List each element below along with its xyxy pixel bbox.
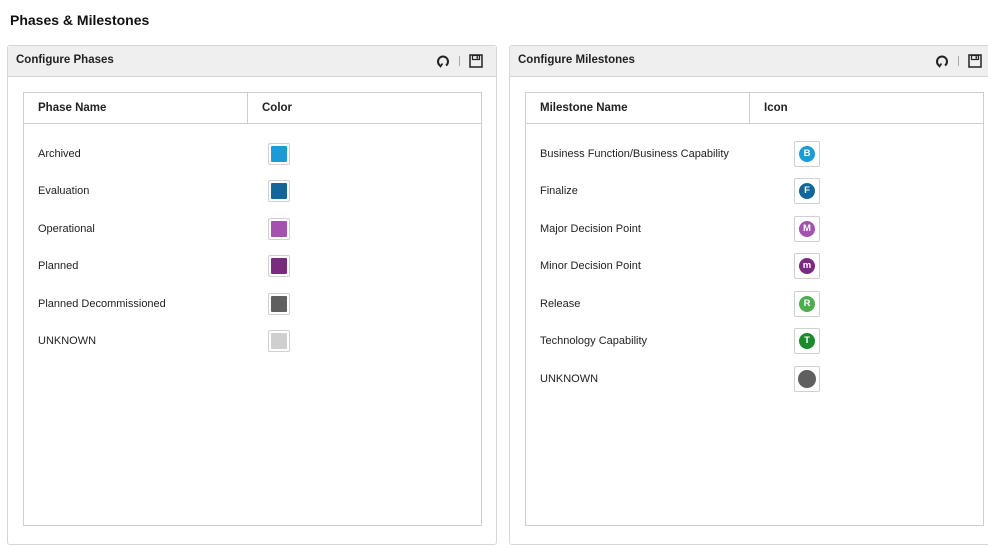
milestone-name: Finalize: [540, 185, 578, 197]
column-header-color[interactable]: Color: [248, 93, 292, 123]
configure-milestones-panel: Configure Milestones Milestone Name Icon…: [509, 45, 988, 545]
milestone-name: Technology Capability: [540, 335, 648, 347]
grid-header: Milestone Name Icon: [526, 93, 983, 124]
milestone-name: Major Decision Point: [540, 222, 641, 235]
circle-icon: [798, 369, 816, 388]
column-header-milestone-name[interactable]: Milestone Name: [526, 93, 750, 123]
color-picker-button[interactable]: [268, 330, 290, 352]
table-row[interactable]: Business Function/Business Capability B: [526, 135, 983, 172]
color-swatch: [271, 145, 287, 162]
table-row[interactable]: UNKNOWN: [526, 360, 983, 397]
page-title: Phases & Milestones: [10, 12, 150, 28]
milestone-name: UNKNOWN: [540, 372, 599, 385]
table-row[interactable]: UNKNOWN: [24, 323, 481, 360]
color-picker-button[interactable]: [268, 142, 290, 165]
column-header-icon[interactable]: Icon: [750, 93, 788, 123]
milestone-b-icon: B: [799, 145, 815, 162]
phase-name: Operational: [38, 222, 95, 235]
table-row[interactable]: Technology Capability T: [526, 323, 983, 360]
table-row[interactable]: Planned: [24, 248, 481, 285]
grid-header: Phase Name Color: [24, 93, 481, 124]
table-row[interactable]: Evaluation: [24, 173, 481, 210]
table-row[interactable]: Operational: [24, 210, 481, 247]
panel-tools: [934, 52, 983, 70]
color-picker-button[interactable]: [268, 180, 290, 202]
icon-picker-button[interactable]: [794, 365, 820, 392]
color-swatch: [271, 333, 287, 349]
table-row[interactable]: Release R: [526, 285, 983, 322]
milestone-m-icon: M: [799, 220, 815, 237]
table-row[interactable]: Major Decision Point M: [526, 210, 983, 247]
table-row[interactable]: Planned Decommissioned: [24, 285, 481, 322]
phase-name: Planned: [38, 260, 79, 272]
color-picker-button[interactable]: [268, 292, 290, 315]
column-header-phase-name[interactable]: Phase Name: [24, 93, 248, 123]
panel-tools: [435, 52, 484, 70]
phases-grid: Phase Name Color Archived Evaluation Opera…: [23, 92, 482, 526]
milestone-f-icon: F: [799, 183, 815, 199]
milestone-name: Release: [540, 297, 581, 310]
save-icon[interactable]: [967, 53, 983, 69]
table-row[interactable]: Archived: [24, 135, 481, 172]
icon-picker-button[interactable]: M: [794, 215, 820, 242]
refresh-icon[interactable]: [435, 53, 451, 69]
table-row[interactable]: Finalize F: [526, 173, 983, 210]
milestone-t-icon: T: [799, 333, 815, 349]
icon-picker-button[interactable]: R: [794, 290, 820, 317]
refresh-icon[interactable]: [934, 53, 950, 69]
tool-divider: [958, 56, 959, 66]
milestone-r-icon: R: [799, 295, 815, 312]
color-picker-button[interactable]: [268, 217, 290, 240]
panel-header: Configure Phases: [8, 46, 496, 77]
icon-picker-button[interactable]: F: [794, 178, 820, 204]
phase-name: Archived: [38, 147, 81, 160]
color-swatch: [271, 183, 287, 199]
phase-name: UNKNOWN: [38, 335, 97, 347]
tool-divider: [459, 56, 460, 66]
color-picker-button[interactable]: [268, 255, 290, 277]
color-swatch: [271, 295, 287, 312]
panel-title: Configure Milestones: [518, 54, 635, 66]
panel-title: Configure Phases: [16, 54, 114, 66]
configure-phases-panel: Configure Phases Phase Name Color Archiv…: [7, 45, 497, 545]
icon-picker-button[interactable]: m: [794, 253, 820, 279]
phase-name: Planned Decommissioned: [38, 297, 166, 310]
phase-name: Evaluation: [38, 185, 90, 197]
panel-header: Configure Milestones: [510, 46, 988, 77]
icon-picker-button[interactable]: B: [794, 140, 820, 167]
milestone-m-icon: m: [799, 258, 815, 274]
milestones-grid: Milestone Name Icon Business Function/Bu…: [525, 92, 984, 526]
save-icon[interactable]: [468, 53, 484, 69]
table-row[interactable]: Minor Decision Point m: [526, 248, 983, 285]
icon-picker-button[interactable]: T: [794, 328, 820, 354]
color-swatch: [271, 258, 287, 274]
milestone-name: Minor Decision Point: [540, 260, 641, 272]
milestone-name: Business Function/Business Capability: [540, 147, 729, 160]
color-swatch: [271, 220, 287, 237]
